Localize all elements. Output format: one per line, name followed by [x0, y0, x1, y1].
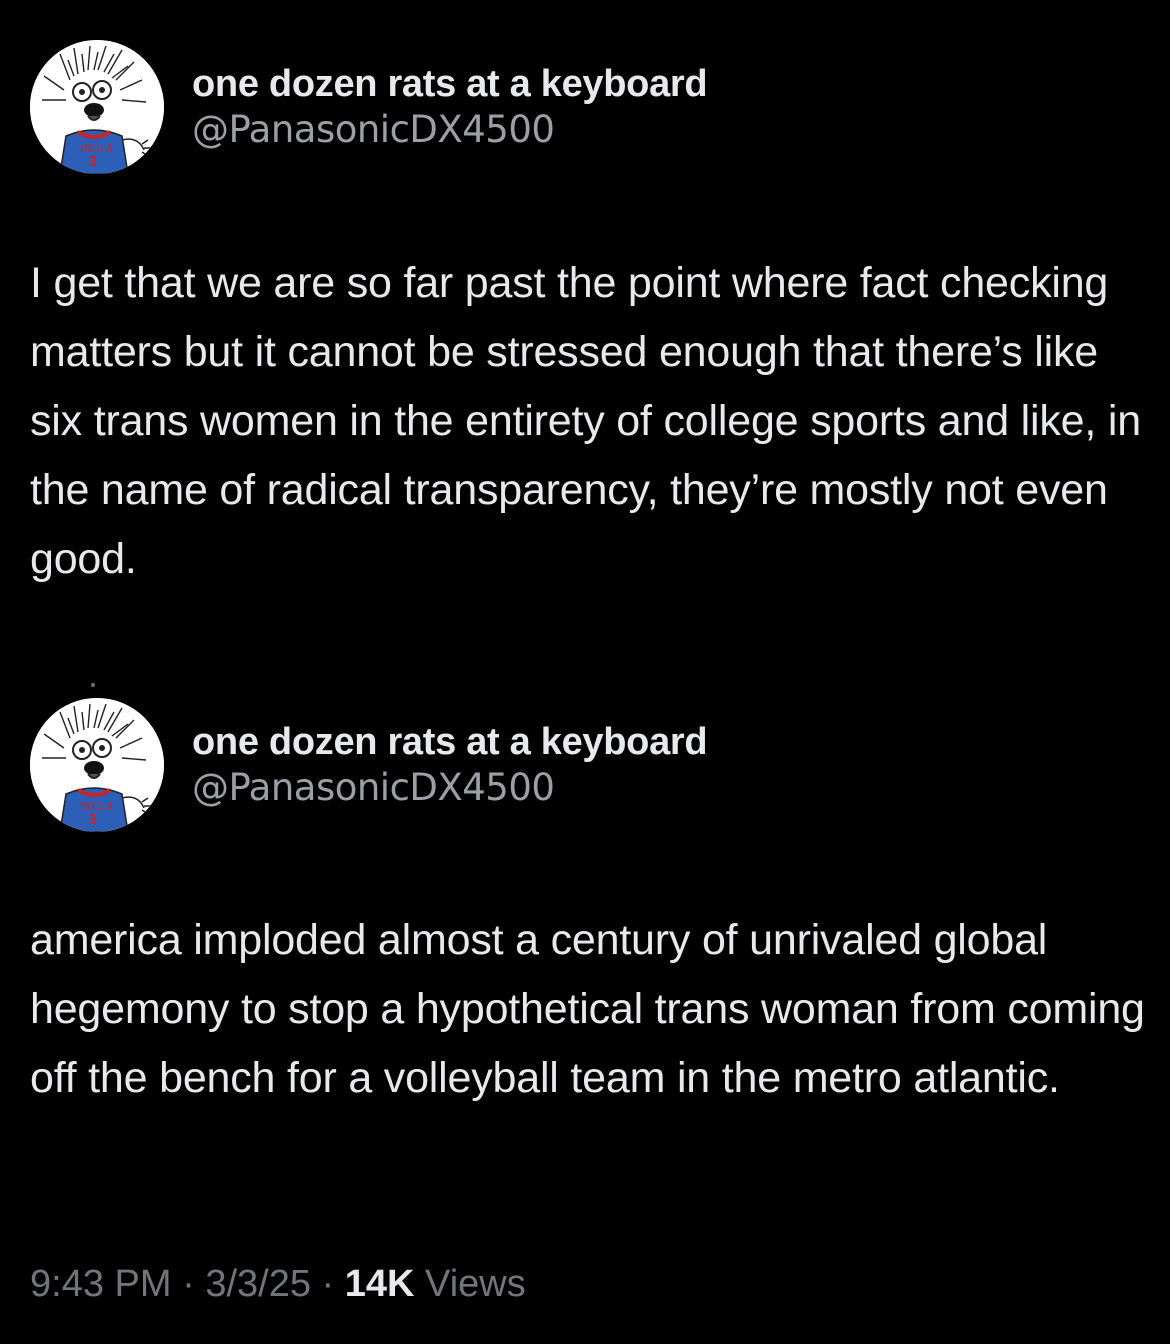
views-label: Views — [425, 1263, 526, 1305]
views-count[interactable]: 14K — [345, 1263, 415, 1305]
tweet-time[interactable]: 9:43 PM — [30, 1263, 172, 1305]
tweet-date[interactable]: 3/3/25 — [205, 1263, 311, 1305]
tweet-1-text: I get that we are so far past the point … — [30, 259, 1141, 583]
avatar[interactable]: PHILA 3 — [30, 698, 164, 832]
thread-connector-dot — [91, 683, 95, 687]
user-handle[interactable]: @PanasonicDX4500 — [192, 765, 707, 811]
cartoon-creature-avatar-icon: PHILA 3 — [30, 698, 164, 832]
svg-text:PHILA: PHILA — [79, 144, 113, 155]
tweet-2-text: america imploded almost a century of unr… — [30, 916, 1145, 1102]
tweet-1-header: PHILA 3 one dozen rats at a keyboard @Pa… — [30, 40, 708, 174]
display-name[interactable]: one dozen rats at a keyboard — [192, 61, 708, 107]
svg-text:3: 3 — [88, 813, 97, 828]
cartoon-creature-avatar-icon: PHILA 3 — [30, 40, 164, 174]
tweet-meta: 9:43 PM · 3/3/25 · 14K Views — [30, 1262, 526, 1306]
display-name[interactable]: one dozen rats at a keyboard — [192, 719, 708, 765]
svg-text:3: 3 — [88, 155, 97, 170]
tweet-2-header: PHILA 3 one dozen rats at a keyboard @Pa… — [30, 698, 708, 832]
meta-separator: · — [182, 1263, 195, 1305]
avatar[interactable]: PHILA 3 — [30, 40, 164, 174]
meta-separator: · — [321, 1263, 335, 1305]
svg-text:PHILA: PHILA — [79, 802, 113, 813]
user-handle[interactable]: @PanasonicDX4500 — [192, 107, 707, 153]
